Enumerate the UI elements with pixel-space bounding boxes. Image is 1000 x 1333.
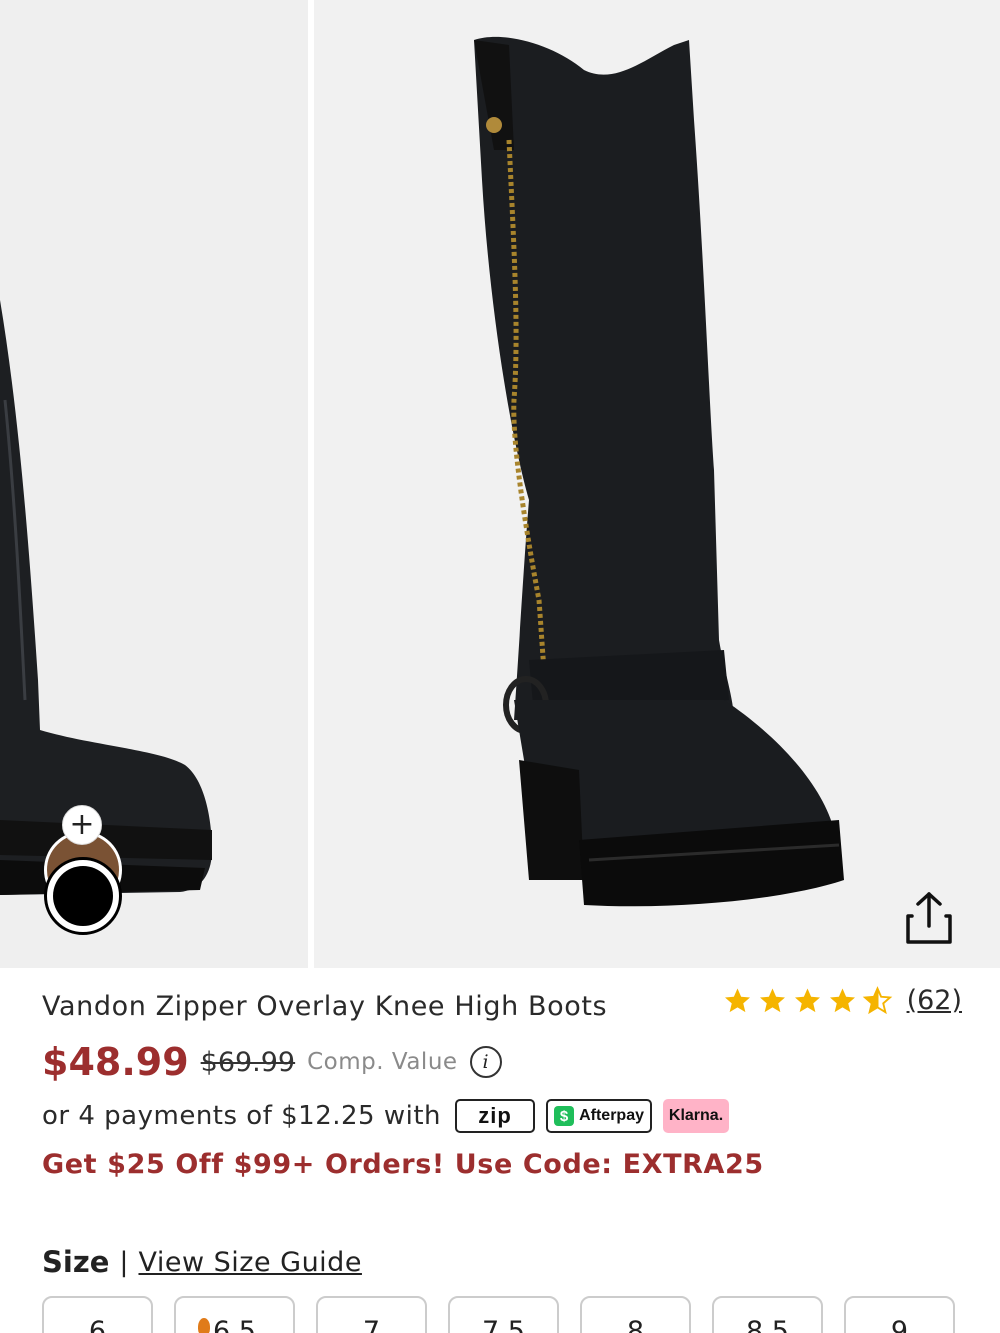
size-option-7[interactable]: 7 [316, 1296, 427, 1333]
review-count-link[interactable]: (62) [907, 985, 962, 1016]
swatch-add-button[interactable]: + [62, 805, 102, 845]
sale-price: $48.99 [42, 1040, 189, 1084]
star-icon [829, 988, 855, 1012]
swatch-black-selected[interactable] [44, 857, 122, 935]
original-price: $69.99 [200, 1046, 296, 1078]
size-option-label: 6.5 [213, 1316, 256, 1333]
size-option-7-5[interactable]: 7.5 [448, 1296, 559, 1333]
info-icon[interactable]: i [469, 1046, 502, 1078]
klarna-badge[interactable]: Klarna. [663, 1099, 730, 1133]
product-image-gallery[interactable]: + [0, 0, 1000, 968]
star-half-icon [862, 985, 892, 1014]
flame-icon [198, 1318, 210, 1333]
boot-main-image [314, 0, 1000, 968]
star-icon [759, 988, 785, 1012]
afterpay-label: Afterpay [579, 1107, 644, 1124]
share-icon [906, 892, 952, 944]
zip-badge[interactable]: zip [455, 1099, 536, 1133]
share-button[interactable] [898, 885, 960, 951]
product-title: Vandon Zipper Overlay Knee High Boots [42, 991, 608, 1022]
product-rating[interactable]: (62) [722, 985, 962, 1016]
size-option-8[interactable]: 8 [580, 1296, 691, 1333]
product-image-main[interactable] [314, 0, 1000, 968]
rating-stars [722, 985, 893, 1016]
afterpay-badge[interactable]: $ Afterpay [546, 1099, 653, 1133]
size-option-9[interactable]: 9 [844, 1296, 955, 1333]
size-guide-link[interactable]: View Size Guide [138, 1247, 361, 1278]
afterpay-dollar-icon: $ [554, 1106, 575, 1126]
size-label: Size [42, 1245, 110, 1279]
size-option-6-5[interactable]: 6.5 [174, 1296, 295, 1333]
color-swatches: + [40, 805, 126, 935]
star-icon [724, 988, 750, 1012]
installments-text: or 4 payments of $12.25 with [42, 1101, 442, 1131]
product-info: Vandon Zipper Overlay Knee High Boots (6… [42, 985, 962, 1282]
size-options: 6 6.5 7 7.5 8 8.5 9 [42, 1296, 955, 1333]
comp-value-label: Comp. Value [307, 1049, 458, 1075]
size-option-6[interactable]: 6 [42, 1296, 153, 1333]
size-option-8-5[interactable]: 8.5 [712, 1296, 823, 1333]
star-icon [794, 988, 820, 1012]
promo-banner: Get $25 Off $99+ Orders! Use Code: EXTRA… [42, 1149, 764, 1180]
size-separator: | [119, 1246, 129, 1278]
